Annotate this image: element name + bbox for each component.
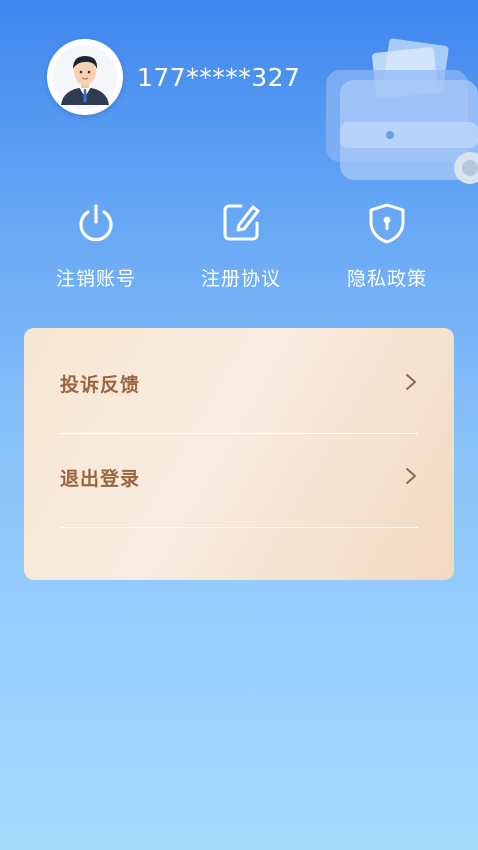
- phone-number: 177*****327: [137, 62, 301, 92]
- chevron-right-icon: [406, 374, 416, 390]
- chevron-right-icon: [406, 468, 416, 484]
- cancel-account-label: 注销账号: [55, 268, 136, 290]
- avatar[interactable]: [47, 39, 123, 115]
- divider: [60, 527, 418, 528]
- edit-icon: [218, 200, 264, 246]
- shield-lock-icon: [364, 200, 410, 246]
- user-avatar-icon: [53, 45, 117, 109]
- cancel-account-button[interactable]: 注销账号: [36, 200, 156, 291]
- privacy-policy-label: 隐私政策: [346, 268, 427, 290]
- feedback-label: 投诉反馈: [60, 374, 141, 396]
- registration-agreement-label: 注册协议: [200, 268, 281, 290]
- profile-header: 177*****327: [47, 39, 300, 115]
- privacy-policy-button[interactable]: 隐私政策: [327, 200, 447, 291]
- wallet-illustration: [326, 38, 478, 184]
- power-icon: [73, 200, 119, 246]
- registration-agreement-button[interactable]: 注册协议: [181, 200, 301, 291]
- menu-item-feedback[interactable]: 投诉反馈: [60, 340, 418, 434]
- logout-label: 退出登录: [60, 468, 141, 490]
- menu-item-logout[interactable]: 退出登录: [60, 434, 418, 528]
- menu-card: 投诉反馈 退出登录: [24, 328, 454, 580]
